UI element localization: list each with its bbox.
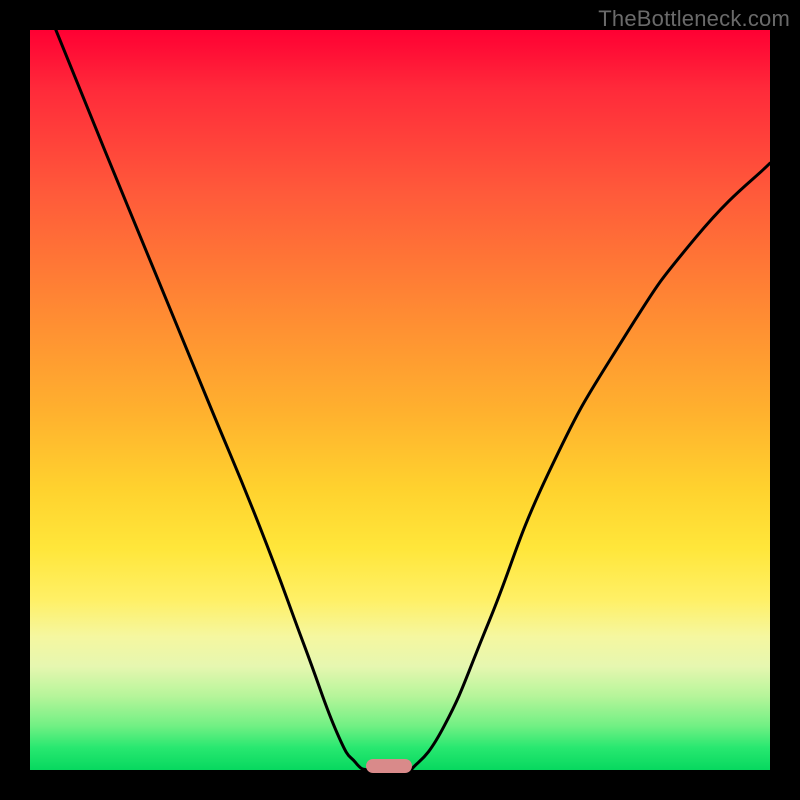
- plot-area: [30, 30, 770, 770]
- series-left-curve: [56, 30, 367, 770]
- curve-layer: [30, 30, 770, 770]
- min-marker: [366, 759, 412, 773]
- series-right-curve: [411, 163, 770, 770]
- outer-frame: TheBottleneck.com: [0, 0, 800, 800]
- watermark-text: TheBottleneck.com: [598, 6, 790, 32]
